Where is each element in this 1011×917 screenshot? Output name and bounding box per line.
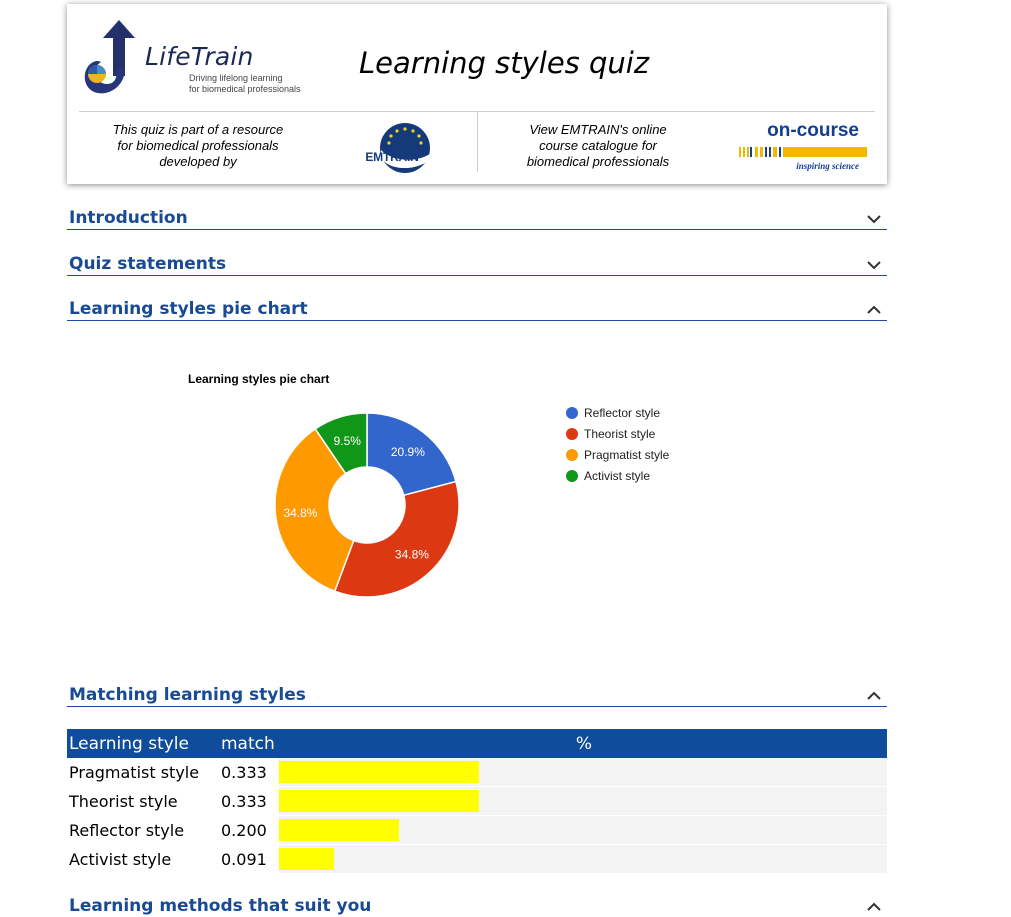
legend-item[interactable]: Pragmatist style [566,448,669,462]
legend-swatch [566,449,578,461]
match-bar [279,790,479,812]
section-quiz-statements-title: Quiz statements [69,254,227,274]
table-row: Pragmatist style 0.333 [67,758,887,787]
resource-note-line-2: for biomedical professionals [117,138,279,153]
lifetrain-logo-name: LifeTrain [145,42,254,71]
column-header-percent: % [279,729,887,758]
cell-style: Pragmatist style [69,762,200,782]
legend-label: Activist style [584,469,651,483]
catalogue-note-line-3: biomedical professionals [526,154,670,169]
legend-label: Theorist style [584,427,656,441]
cell-style: Activist style [69,849,172,869]
emtrain-logo[interactable]: EMTRAIN [357,120,433,176]
catalogue-note-line-1: View EMTRAIN's online [529,122,667,137]
resource-note-line-3: developed by [159,154,237,169]
match-bar [279,848,334,870]
catalogue-note-line-2: course catalogue for [539,138,657,153]
cell-percent-bar [279,758,887,787]
oncourse-logo[interactable]: on-course inspiring science [735,120,871,176]
legend-label: Reflector style [584,406,661,420]
section-pie-chart[interactable]: Learning styles pie chart [67,291,887,321]
match-bar [279,761,479,783]
pie-slice-theorist-style[interactable] [333,480,460,598]
legend-swatch [566,470,578,482]
cell-style: Theorist style [69,791,178,811]
section-introduction-title: Introduction [69,208,188,228]
emtrain-globe-icon [380,123,430,173]
column-header-style: Learning style [67,729,219,758]
cell-match: 0.091 [221,849,267,869]
cell-style: Reflector style [69,820,185,840]
legend-swatch [566,428,578,440]
section-matching-title: Matching learning styles [69,685,306,705]
pie-slice-label: 34.8% [283,506,317,520]
chevron-up-icon[interactable] [867,902,881,912]
legend-item[interactable]: Reflector style [566,406,660,420]
column-header-match: match [219,729,279,758]
table-row: Theorist style 0.333 [67,786,887,816]
cell-match: 0.200 [221,820,267,840]
header-vertical-divider [477,112,478,172]
section-pie-chart-title: Learning styles pie chart [69,299,308,319]
cell-match: 0.333 [221,762,267,782]
section-methods[interactable]: Learning methods that suit you [67,888,887,917]
section-matching[interactable]: Matching learning styles [67,677,887,707]
pie-slice-label: 34.8% [395,548,429,562]
section-quiz-statements[interactable]: Quiz statements [67,246,887,276]
chevron-up-icon[interactable] [867,305,881,315]
legend-swatch [566,407,578,419]
section-introduction[interactable]: Introduction [67,200,887,230]
legend-item[interactable]: Activist style [566,469,650,483]
header-card: LifeTrain Driving lifelong learning for … [67,4,887,184]
lifetrain-tagline-line-2: for biomedical professionals [189,84,301,94]
cell-percent-bar [279,844,887,874]
lifetrain-emblem-icon [84,20,135,94]
match-bar [279,819,399,841]
chevron-down-icon[interactable] [867,260,881,270]
page-title: Learning styles quiz [359,46,650,80]
matching-table: Learning style match % Pragmatist style 0… [67,729,887,874]
chart-title: Learning styles pie chart [188,372,330,386]
pie-chart-container: Learning styles pie chart 20.9% 34.8% 34.8… [67,330,887,680]
table-row: Activist style 0.091 [67,844,887,874]
cell-percent-bar [279,815,887,845]
resource-note-line-1: This quiz is part of a resource [112,122,284,137]
resource-note: This quiz is part of a resource for biom… [87,122,309,170]
pie-slice-label: 20.9% [391,445,425,459]
section-methods-title: Learning methods that suit you [69,896,372,916]
chevron-down-icon[interactable] [867,214,881,224]
legend-label: Pragmatist style [584,448,670,462]
oncourse-barcode-icon [739,147,867,157]
catalogue-note: View EMTRAIN's online course catalogue f… [495,122,701,170]
emtrain-logo-label: EMTRAIN [365,150,419,164]
oncourse-logo-tagline: inspiring science [796,161,859,171]
oncourse-logo-label: on-course [767,120,859,141]
legend-item[interactable]: Theorist style [566,427,655,441]
cell-percent-bar [279,786,887,816]
lifetrain-logo-tagline: Driving lifelong learning for biomedical… [189,73,301,95]
pie-chart: 20.9% 34.8% 34.8% 9.5% [274,412,460,598]
chevron-up-icon[interactable] [867,691,881,701]
lifetrain-logo[interactable]: LifeTrain Driving lifelong learning for … [81,18,301,104]
lifetrain-tagline-line-1: Driving lifelong learning [189,73,283,83]
table-header-row: Learning style match % [67,729,887,758]
pie-slice-label: 9.5% [334,434,362,448]
table-row: Reflector style 0.200 [67,815,887,845]
cell-match: 0.333 [221,791,267,811]
